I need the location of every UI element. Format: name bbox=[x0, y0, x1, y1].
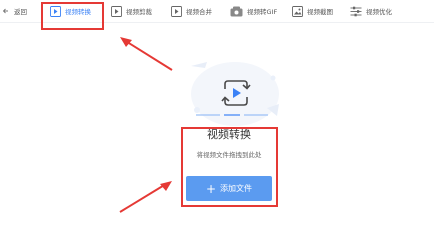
tab-video-merge[interactable]: 视频合并 bbox=[171, 4, 212, 18]
back-arrow-icon bbox=[2, 8, 8, 14]
tab-label: 视频转GIF bbox=[247, 8, 278, 16]
annotation-box-content bbox=[181, 127, 278, 207]
tab-video-screenshot[interactable]: 视频截图 bbox=[292, 4, 333, 18]
annotation-arrow-bottom bbox=[119, 181, 172, 213]
annotation-box-tab bbox=[41, 2, 104, 30]
tab-label: 视频剪裁 bbox=[126, 8, 152, 16]
crop-icon bbox=[111, 5, 122, 17]
tab-label: 视频截图 bbox=[307, 8, 333, 16]
tab-video-to-gif[interactable]: 视频转GIF bbox=[230, 4, 277, 18]
tab-label: 视频优化 bbox=[366, 8, 392, 16]
optimize-icon bbox=[350, 6, 362, 16]
tab-video-optimize[interactable]: 视频优化 bbox=[350, 4, 392, 18]
merge-icon bbox=[171, 5, 182, 17]
gif-icon bbox=[230, 6, 243, 16]
back-button[interactable]: 返回 bbox=[2, 4, 27, 18]
tab-video-crop[interactable]: 视频剪裁 bbox=[111, 4, 152, 18]
annotation-arrow-top bbox=[120, 37, 173, 71]
screenshot-icon bbox=[292, 5, 303, 17]
back-label: 返回 bbox=[14, 8, 27, 16]
decorative-lines bbox=[196, 114, 268, 116]
video-convert-icon bbox=[221, 80, 251, 106]
tab-label: 视频合并 bbox=[186, 8, 212, 16]
